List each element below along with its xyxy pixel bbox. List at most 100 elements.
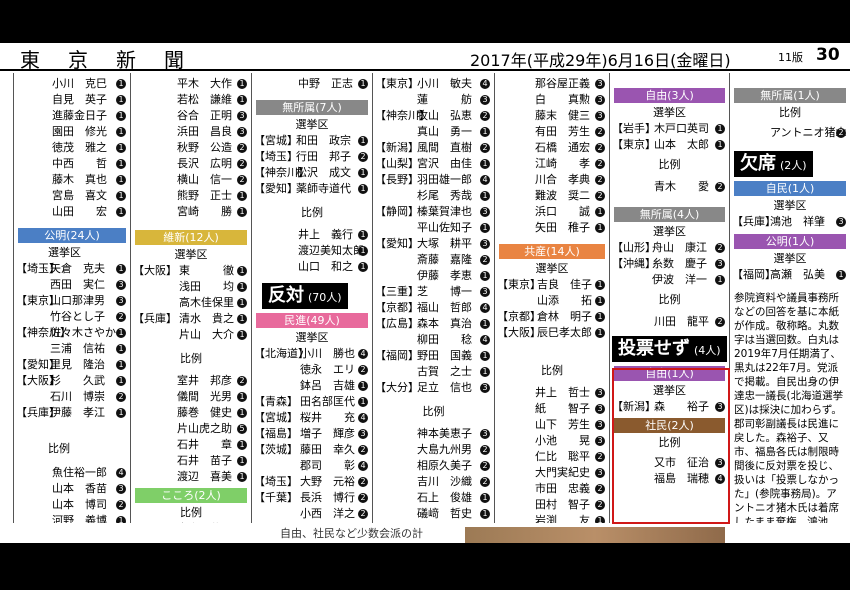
term-count-badge: 3 — [116, 484, 126, 494]
member-row: 那谷屋正義 3 — [495, 76, 609, 92]
member-name: 横山 信一 — [177, 173, 232, 186]
term-count-badge: 1 — [358, 168, 368, 178]
member-row: 【神奈川】 牧山 弘恵 2 — [373, 108, 494, 124]
term-count-badge: 3 — [480, 287, 490, 297]
term-count-badge: 2 — [116, 312, 126, 322]
highlight-box — [612, 368, 730, 524]
member-row: 【静岡】 榛葉賀津也 3 — [373, 204, 494, 220]
term-count-badge: 3 — [595, 95, 605, 105]
member-row: 真山 勇一 1 — [373, 124, 494, 140]
member-name: 石井 章 — [177, 438, 232, 451]
member-row: 魚住裕一郎 4 — [14, 465, 130, 481]
party-header: 無所属(1人) — [734, 88, 846, 103]
member-row: 【宮城】 桜井 充4 — [252, 410, 372, 426]
term-count-badge: 1 — [237, 207, 247, 217]
member-name: 竹谷とし子 — [50, 310, 105, 323]
member-row: 【福岡】 高瀬 弘美 1 — [730, 267, 850, 283]
member-row: 【山梨】 宮沢 由佳 1 — [373, 156, 494, 172]
page-number: 30 — [816, 45, 840, 65]
member-row: 中西 哲 1 — [14, 156, 130, 172]
member-row: 横山 信一 2 — [131, 172, 251, 188]
member-name: 福山 哲郎 — [417, 301, 472, 314]
member-name: 行田 邦子 — [296, 150, 351, 163]
member-name: 山本 太郎 — [654, 138, 709, 151]
prefecture-label: 【愛知】 — [375, 237, 419, 250]
prefecture-label: 【宮城】 — [254, 134, 298, 147]
term-count-badge: 2 — [595, 127, 605, 137]
term-count-badge: 1 — [237, 95, 247, 105]
term-count-badge: 2 — [480, 255, 490, 265]
term-count-badge: 1 — [595, 296, 605, 306]
member-name: 薬師寺道代 — [296, 182, 351, 195]
member-row: 進藤金日子 1 — [14, 108, 130, 124]
member-name: 柳田 稔 — [417, 333, 472, 346]
term-count-badge: 1 — [116, 264, 126, 274]
term-count-badge: 1 — [237, 266, 247, 276]
member-row: 【愛知】 薬師寺道代 1 — [252, 181, 372, 197]
member-row: 【東京】 山口那津男 3 — [14, 293, 130, 309]
member-row: 矢田 稚子 1 — [495, 220, 609, 236]
member-name: 桜井 充 — [300, 411, 355, 424]
member-name: 礒﨑 哲史 — [417, 507, 472, 520]
member-name: 辰巳孝太郎 — [537, 326, 592, 339]
newspaper-title: 東京新聞 — [20, 48, 212, 72]
term-count-badge: 2 — [715, 243, 725, 253]
masthead: 東京新聞 2017年(平成29年)6月16日(金曜日) 11版 30 — [0, 43, 850, 72]
member-row: 渡辺 喜美 1 — [131, 469, 251, 485]
term-count-badge: 3 — [595, 79, 605, 89]
member-name: 山口那津男 — [50, 294, 105, 307]
member-name: 伊藤 孝恵 — [417, 269, 472, 282]
prefecture-label: 【大分】 — [375, 381, 419, 394]
column-7: 無所属(1人) 比例 アントニオ猪木 2 欠席 (2人) 自民(1人) 選挙区 【兵庫】 鴻池 祥… — [730, 73, 850, 523]
member-name: 長沢 広明 — [177, 157, 232, 170]
member-name: 進藤金日子 — [52, 109, 107, 122]
member-row: 鉢呂 吉雄 1 — [252, 378, 372, 394]
term-count-badge: 2 — [358, 493, 368, 503]
member-row: 【京都】 福山 哲郎 4 — [373, 300, 494, 316]
party-header: 自由(3人) — [614, 88, 725, 103]
member-name: 藤末 健三 — [535, 109, 590, 122]
term-count-badge: 2 — [595, 143, 605, 153]
member-name: 清水 貴之 — [179, 312, 234, 325]
term-count-badge: 3 — [480, 383, 490, 393]
member-row: 【宮城】 和田 政宗 1 — [252, 133, 372, 149]
term-count-badge: 2 — [715, 317, 725, 327]
term-count-badge: 2 — [480, 477, 490, 487]
prefecture-label: 【長野】 — [375, 173, 419, 186]
footer-text: 自由、社民など少数会派の計 — [280, 527, 423, 540]
term-count-badge: 2 — [836, 128, 846, 138]
term-count-badge: 2 — [480, 461, 490, 471]
member-row: 井上 義行 1 — [252, 227, 372, 243]
term-count-badge: 2 — [358, 509, 368, 519]
member-row: 長沢 広明 2 — [131, 156, 251, 172]
member-name: 山田 宏 — [52, 205, 107, 218]
member-name: 高木佳保里 — [179, 296, 234, 309]
member-name: 斎藤 嘉隆 — [417, 253, 472, 266]
member-row: 伊藤 孝恵 1 — [373, 268, 494, 284]
member-name: 儀間 光男 — [177, 390, 232, 403]
term-count-badge: 1 — [116, 111, 126, 121]
column-4: 【東京】 小川 敏夫 4 蓮 舫 3 【神奈川】 牧山 弘恵 2 真山 勇一 1 【新潟】 風間 直樹… — [373, 73, 495, 523]
member-name: 川合 孝典 — [535, 173, 590, 186]
member-name: 徳永 エリ — [300, 363, 355, 376]
section-label: 比例 — [180, 352, 202, 365]
term-count-badge: 1 — [836, 270, 846, 280]
member-name: 小池 晃 — [535, 434, 590, 447]
member-name: 井上 哲士 — [535, 386, 590, 399]
term-count-badge: 1 — [237, 330, 247, 340]
member-name: 小川 克巳 — [52, 77, 107, 90]
member-name: 杉 久武 — [50, 374, 105, 387]
term-count-badge: 1 — [237, 408, 247, 418]
member-name: 野田 国義 — [417, 349, 472, 362]
term-count-badge: 1 — [358, 230, 368, 240]
member-row: 【大分】 足立 信也 3 — [373, 380, 494, 396]
member-name: 松沢 成文 — [296, 166, 351, 179]
vote-category-count: (4人) — [694, 344, 721, 357]
member-row: 片山虎之助 5 — [131, 421, 251, 437]
member-row: 藤末 健三 3 — [495, 108, 609, 124]
member-name: 郡司 彰 — [300, 459, 355, 472]
term-count-badge: 3 — [715, 259, 725, 269]
term-count-badge: 1 — [237, 191, 247, 201]
member-row: 【東京】 吉良 佳子 1 — [495, 277, 609, 293]
party-header: こころ(2人) — [135, 488, 247, 503]
